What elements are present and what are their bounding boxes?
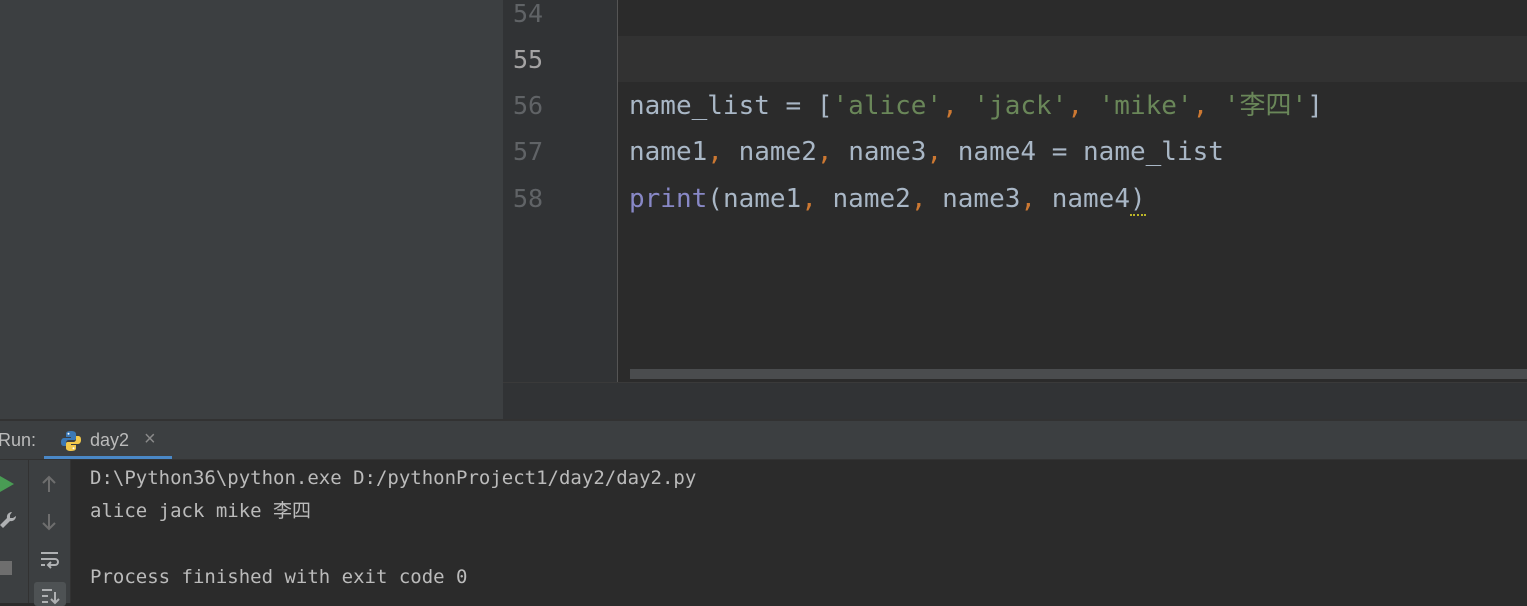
- run-label: Run:: [0, 430, 37, 450]
- comma: ,: [1192, 91, 1224, 121]
- warning-underline: ): [1130, 184, 1146, 216]
- stop-icon[interactable]: [0, 561, 12, 575]
- code-token: name4: [957, 137, 1037, 167]
- scroll-up-icon[interactable]: [40, 474, 58, 494]
- run-toolbar-secondary: [29, 460, 71, 606]
- code-token: name1: [722, 184, 802, 214]
- scroll-to-end-toggle[interactable]: [34, 582, 66, 606]
- code-token: name3: [942, 184, 1021, 214]
- comma: ,: [910, 184, 943, 214]
- run-panel-header: Run: day2 ×: [0, 421, 1527, 460]
- run-tab[interactable]: day2 ×: [44, 421, 172, 459]
- code-token: name3: [848, 137, 927, 167]
- line-number: 54: [513, 0, 544, 28]
- editor-footer: [503, 382, 1527, 420]
- code-token: =: [769, 91, 817, 121]
- console-line: alice jack mike 李四: [90, 500, 312, 522]
- comma: ,: [1067, 91, 1099, 121]
- comma: ,: [926, 137, 958, 167]
- code-token: name2: [832, 184, 911, 214]
- run-icon[interactable]: [0, 474, 16, 494]
- string-literal: 'alice': [832, 91, 943, 121]
- code-token: [: [816, 91, 833, 121]
- code-token: name1: [629, 137, 708, 167]
- console-output[interactable]: D:\Python36\python.exe D:/pythonProject1…: [71, 460, 1527, 603]
- code-token: name4: [1051, 184, 1130, 214]
- code-line-57[interactable]: name1, name2, name3, name4 = name_list: [629, 129, 1224, 175]
- comma: ,: [707, 137, 739, 167]
- line-number-gutter: 54 55 56 57 58: [503, 0, 617, 382]
- close-icon[interactable]: ×: [144, 428, 156, 451]
- code-editor[interactable]: 54 55 56 57 58 name_list = ['alice', 'ja…: [503, 0, 1527, 420]
- horizontal-scrollbar[interactable]: [630, 369, 1527, 379]
- scroll-down-icon[interactable]: [40, 512, 58, 532]
- code-token: name2: [738, 137, 817, 167]
- string-literal: 'jack': [973, 91, 1068, 121]
- comma: ,: [801, 184, 833, 214]
- code-line-58[interactable]: print(name1, name2, name3, name4): [629, 176, 1146, 222]
- code-token: =: [1036, 137, 1084, 167]
- code-token: ]: [1307, 91, 1323, 121]
- code-token: name_list: [629, 91, 770, 121]
- line-number: 55: [513, 45, 544, 74]
- python-icon: [61, 431, 81, 451]
- console-line: D:\Python36\python.exe D:/pythonProject1…: [90, 467, 697, 489]
- code-token: name_list: [1083, 137, 1224, 167]
- wrench-icon[interactable]: [0, 510, 18, 530]
- scroll-to-end-icon: [42, 589, 60, 605]
- code-token: (: [707, 184, 723, 214]
- current-line-highlight: [618, 36, 1527, 82]
- console-line: Process finished with exit code 0: [90, 566, 468, 588]
- active-tab-indicator: [44, 456, 172, 459]
- line-number: 57: [513, 137, 544, 166]
- run-tab-label: day2: [90, 430, 130, 450]
- comma: ,: [1020, 184, 1052, 214]
- comma: ,: [942, 91, 974, 121]
- project-panel: [0, 0, 503, 419]
- string-literal: '李四': [1223, 91, 1308, 121]
- string-literal: 'mike': [1098, 91, 1193, 121]
- code-line-56[interactable]: name_list = ['alice', 'jack', 'mike', '李…: [629, 83, 1323, 129]
- line-number: 58: [513, 184, 544, 213]
- line-number: 56: [513, 91, 544, 120]
- soft-wrap-icon[interactable]: [39, 549, 61, 569]
- builtin-function: print: [629, 184, 708, 214]
- comma: ,: [816, 137, 849, 167]
- run-toolbar-primary: [0, 460, 28, 603]
